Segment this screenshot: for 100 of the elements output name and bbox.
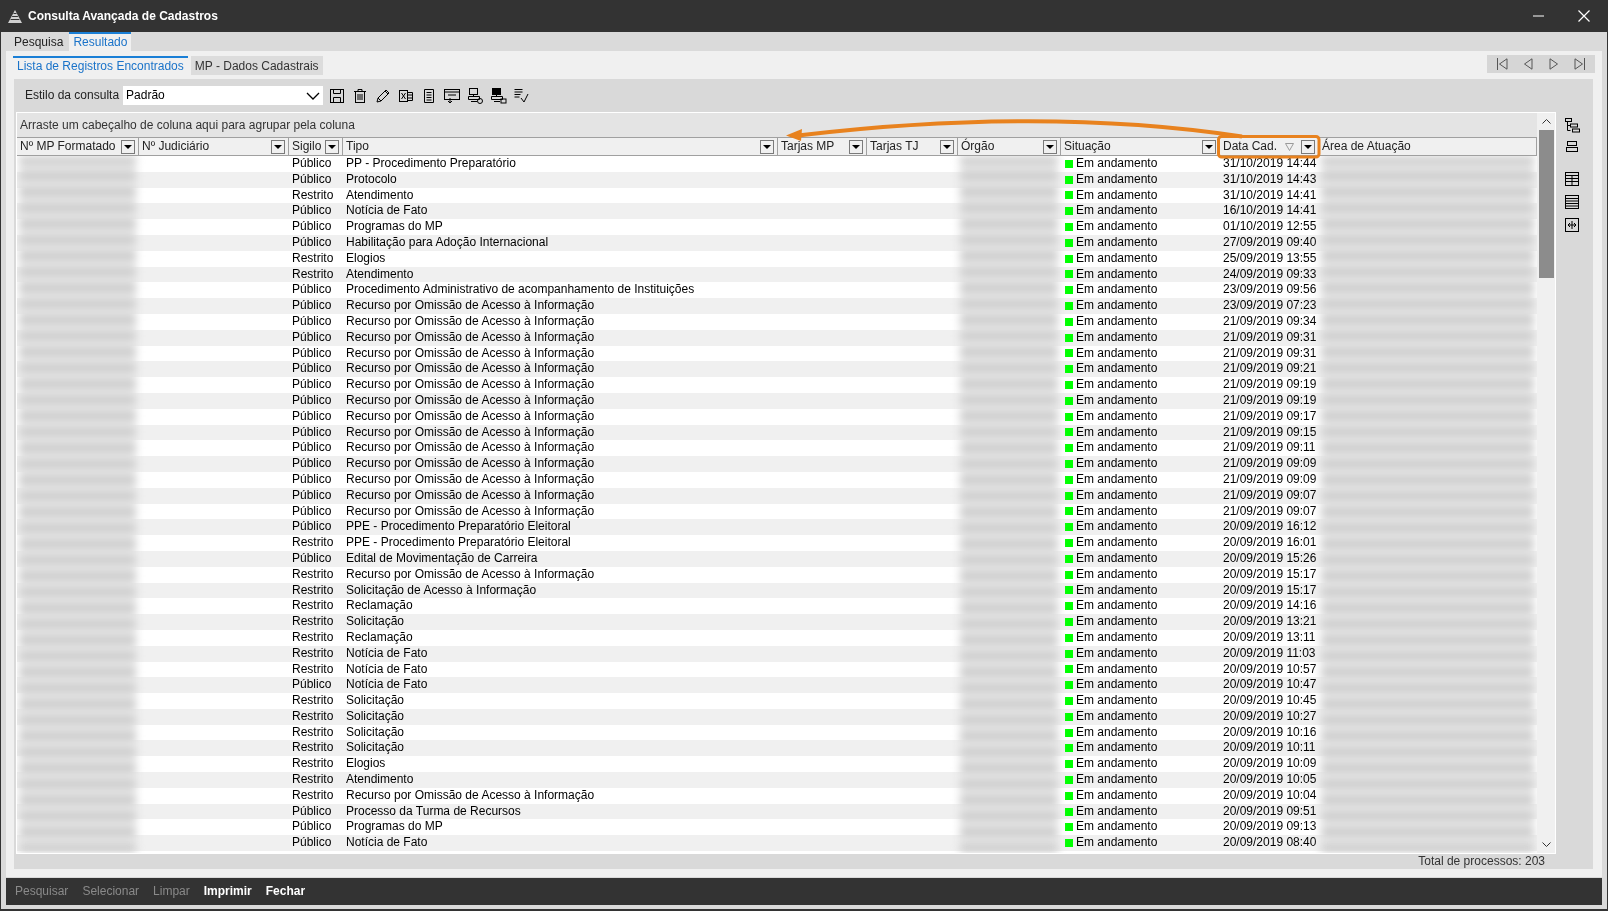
vertical-scrollbar[interactable]	[1537, 113, 1555, 853]
chevron-up-icon[interactable]	[1542, 119, 1551, 124]
table-cell-text: Restrito	[291, 661, 335, 678]
action-button[interactable]: Fechar	[258, 878, 313, 905]
table-cell-text: 20/09/2019 10:47	[1222, 677, 1318, 694]
first-icon	[1496, 58, 1508, 70]
table-cell-text: Programas do MP	[345, 219, 444, 235]
column-header[interactable]: Tarjas TJ	[867, 138, 958, 155]
save-icon[interactable]	[328, 86, 347, 105]
hierarchy-icon[interactable]	[1564, 117, 1580, 133]
list-icon[interactable]	[1564, 194, 1580, 210]
column-header[interactable]: Situação	[1061, 138, 1220, 155]
table-cell-text: Restrito	[291, 740, 335, 757]
table-cell-text: 31/10/2019 14:41	[1222, 187, 1318, 204]
filter-dropdown-button[interactable]	[760, 139, 774, 154]
computer-icon[interactable]	[489, 86, 508, 105]
table-cell-text: 21/09/2019 09:15	[1222, 424, 1318, 441]
table-cell-text: Recurso por Omissão de Acesso à Informação	[345, 361, 596, 378]
tab[interactable]: Pesquisa	[10, 32, 68, 51]
filter-dropdown-button[interactable]	[121, 139, 135, 154]
table-cell-text: Público	[291, 392, 333, 409]
chevron-down-icon	[306, 91, 321, 100]
status-text: Em andamento	[1076, 440, 1158, 457]
tab[interactable]: Lista de Registros Encontrados	[13, 56, 188, 75]
status-text: Em andamento	[1076, 677, 1158, 694]
status-text: Em andamento	[1076, 171, 1158, 188]
status-text: Em andamento	[1076, 629, 1158, 646]
stacked-boxes-icon[interactable]	[1564, 139, 1580, 155]
scrollbar-thumb[interactable]	[1539, 130, 1554, 278]
computer-icon[interactable]	[466, 86, 485, 105]
status-text: Em andamento	[1076, 392, 1158, 409]
style-select[interactable]: Padrão	[123, 86, 324, 105]
status-text: Em andamento	[1076, 835, 1158, 852]
table-cell-text: Público	[291, 345, 333, 362]
table-cell-text: Recurso por Omissão de Acesso à Informação	[345, 345, 596, 362]
table-cell-text: Protocolo	[345, 171, 398, 188]
status-text: Em andamento	[1076, 566, 1158, 583]
table-cell-text: Atendimento	[345, 187, 415, 204]
column-header[interactable]: Nº Judiciário	[139, 138, 289, 155]
table-cell-text: Público	[291, 235, 333, 251]
filter-dropdown-button[interactable]	[325, 139, 339, 154]
table-cell-text: 20/09/2019 08:40	[1222, 835, 1318, 852]
column-header[interactable]: Tarjas MP	[778, 138, 867, 155]
table-cell-text: Reclamação	[345, 629, 414, 646]
status-text: Em andamento	[1076, 235, 1158, 251]
filter-dropdown-button[interactable]	[1202, 139, 1216, 154]
table-icon[interactable]	[1564, 171, 1580, 187]
table-cell-text: 20/09/2019 11:03	[1222, 645, 1317, 662]
action-button[interactable]: Imprimir	[196, 878, 259, 905]
table-cell-text: Público	[291, 203, 333, 220]
minimize-icon	[1532, 15, 1544, 17]
table-cell-text: Público	[291, 408, 333, 425]
table-cell-text: 27/09/2019 09:40	[1222, 235, 1318, 251]
table-cell-text: Recurso por Omissão de Acesso à Informação	[345, 440, 596, 457]
table-cell-text: Habilitação para Adoção Internacional	[345, 235, 550, 251]
table-cell-text: Restrito	[291, 756, 335, 773]
filter-dropdown-button[interactable]	[1301, 139, 1315, 154]
window-arrow-icon[interactable]	[443, 86, 462, 105]
table-cell-text: Reclamação	[345, 598, 414, 615]
table-cell-text: 20/09/2019 15:26	[1222, 550, 1318, 567]
filter-dropdown-button[interactable]	[940, 139, 954, 154]
group-by-panel: Arraste um cabeçalho de coluna aqui para agrupar pela coluna	[17, 113, 1537, 137]
table-cell-text: Atendimento	[345, 266, 415, 283]
table-cell-text: 20/09/2019 10:04	[1222, 787, 1318, 804]
table-cell-text: Público	[291, 219, 333, 235]
table-cell-text: Elogios	[345, 756, 387, 773]
table-cell-text: Recurso por Omissão de Acesso à Informação	[345, 424, 596, 441]
document-check-icon[interactable]	[512, 86, 531, 105]
table-cell-text: Processo da Turma de Recursos	[345, 803, 522, 820]
status-text: Em andamento	[1076, 424, 1158, 441]
table-cell-text: Restrito	[291, 187, 335, 204]
table-cell-text: 20/09/2019 15:17	[1222, 566, 1318, 583]
column-header[interactable]: Tipo	[343, 138, 778, 155]
column-header[interactable]: Órgão	[958, 138, 1061, 155]
table-cell-text: Restrito	[291, 708, 335, 725]
table-cell-text: 16/10/2019 14:41	[1222, 203, 1318, 220]
filter-dropdown-button[interactable]	[1043, 139, 1057, 154]
column-header[interactable]: Data Cad.	[1220, 138, 1319, 155]
table-cell-text: Restrito	[291, 693, 335, 709]
tab[interactable]: MP - Dados Cadastrais	[190, 56, 323, 75]
table-cell-text: Público	[291, 171, 333, 188]
column-header[interactable]: Área de Atuação	[1319, 138, 1537, 155]
filter-dropdown-button[interactable]	[849, 139, 863, 154]
fit-columns-icon[interactable]	[1564, 217, 1580, 233]
filter-dropdown-button[interactable]	[271, 139, 285, 154]
table-cell-text: 20/09/2019 10:57	[1222, 661, 1318, 678]
table-cell-text: Notícia de Fato	[345, 203, 429, 220]
table-cell-text: 31/10/2019 14:44	[1222, 156, 1318, 172]
table-cell-text: 20/09/2019 10:09	[1222, 756, 1318, 773]
column-header[interactable]: Nº MP Formatado	[17, 138, 139, 155]
column-header[interactable]: Sigilo	[289, 138, 343, 155]
table-cell-text: Solicitação	[345, 724, 406, 741]
chevron-down-icon[interactable]	[1542, 842, 1551, 847]
status-text: Em andamento	[1076, 266, 1158, 283]
table-cell-text: Recurso por Omissão de Acesso à Informação	[345, 377, 596, 393]
status-text: Em andamento	[1076, 645, 1158, 662]
tab[interactable]: Resultado	[69, 32, 132, 51]
table-cell-text: Público	[291, 424, 333, 441]
table-cell-text: 20/09/2019 10:16	[1222, 724, 1318, 741]
caret-down-icon	[852, 144, 860, 149]
